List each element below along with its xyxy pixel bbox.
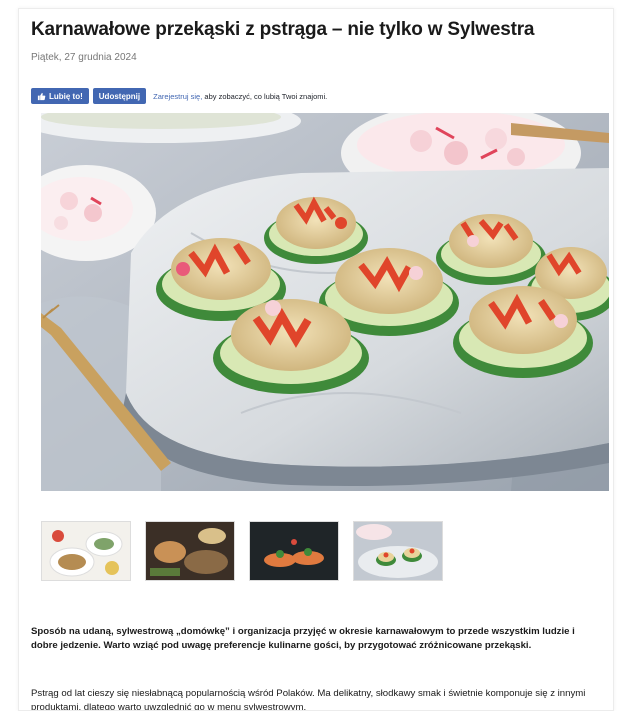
article-title: Karnawałowe przekąski z pstrąga – nie ty…: [31, 19, 535, 40]
article-date: Piątek, 27 grudnia 2024: [31, 52, 137, 63]
article-page: Karnawałowe przekąski z pstrąga – nie ty…: [18, 8, 614, 711]
facebook-social-bar: Lubię to! Udostępnij Zarejestruj się, ab…: [31, 88, 327, 104]
facebook-like-label: Lubię to!: [49, 91, 83, 101]
facebook-share-label: Udostępnij: [98, 91, 141, 101]
facebook-share-button[interactable]: Udostępnij: [92, 88, 147, 104]
gallery-thumbnail-4[interactable]: [353, 521, 443, 581]
facebook-signup-link[interactable]: Zarejestruj się,: [153, 92, 202, 101]
facebook-like-button[interactable]: Lubię to!: [31, 88, 89, 104]
article-paragraph-2: Pstrąg od lat cieszy się niesłabnącą pop…: [31, 687, 586, 711]
thumbs-up-icon: [37, 92, 46, 100]
facebook-signup-note: aby zobaczyć, co lubią Twoi znajomi.: [202, 91, 328, 101]
gallery-thumbnail-1[interactable]: [41, 521, 131, 581]
article-paragraph-1: Sposób na udaną, sylwestrową „domówkę” i…: [31, 625, 575, 651]
gallery-thumbnail-3[interactable]: [249, 521, 339, 581]
gallery-thumbnail-2[interactable]: [145, 521, 235, 581]
hero-image: [41, 113, 609, 491]
gallery-thumbnails: [41, 521, 443, 581]
facebook-signup-text: Zarejestruj się, aby zobaczyć, co lubią …: [153, 92, 327, 101]
